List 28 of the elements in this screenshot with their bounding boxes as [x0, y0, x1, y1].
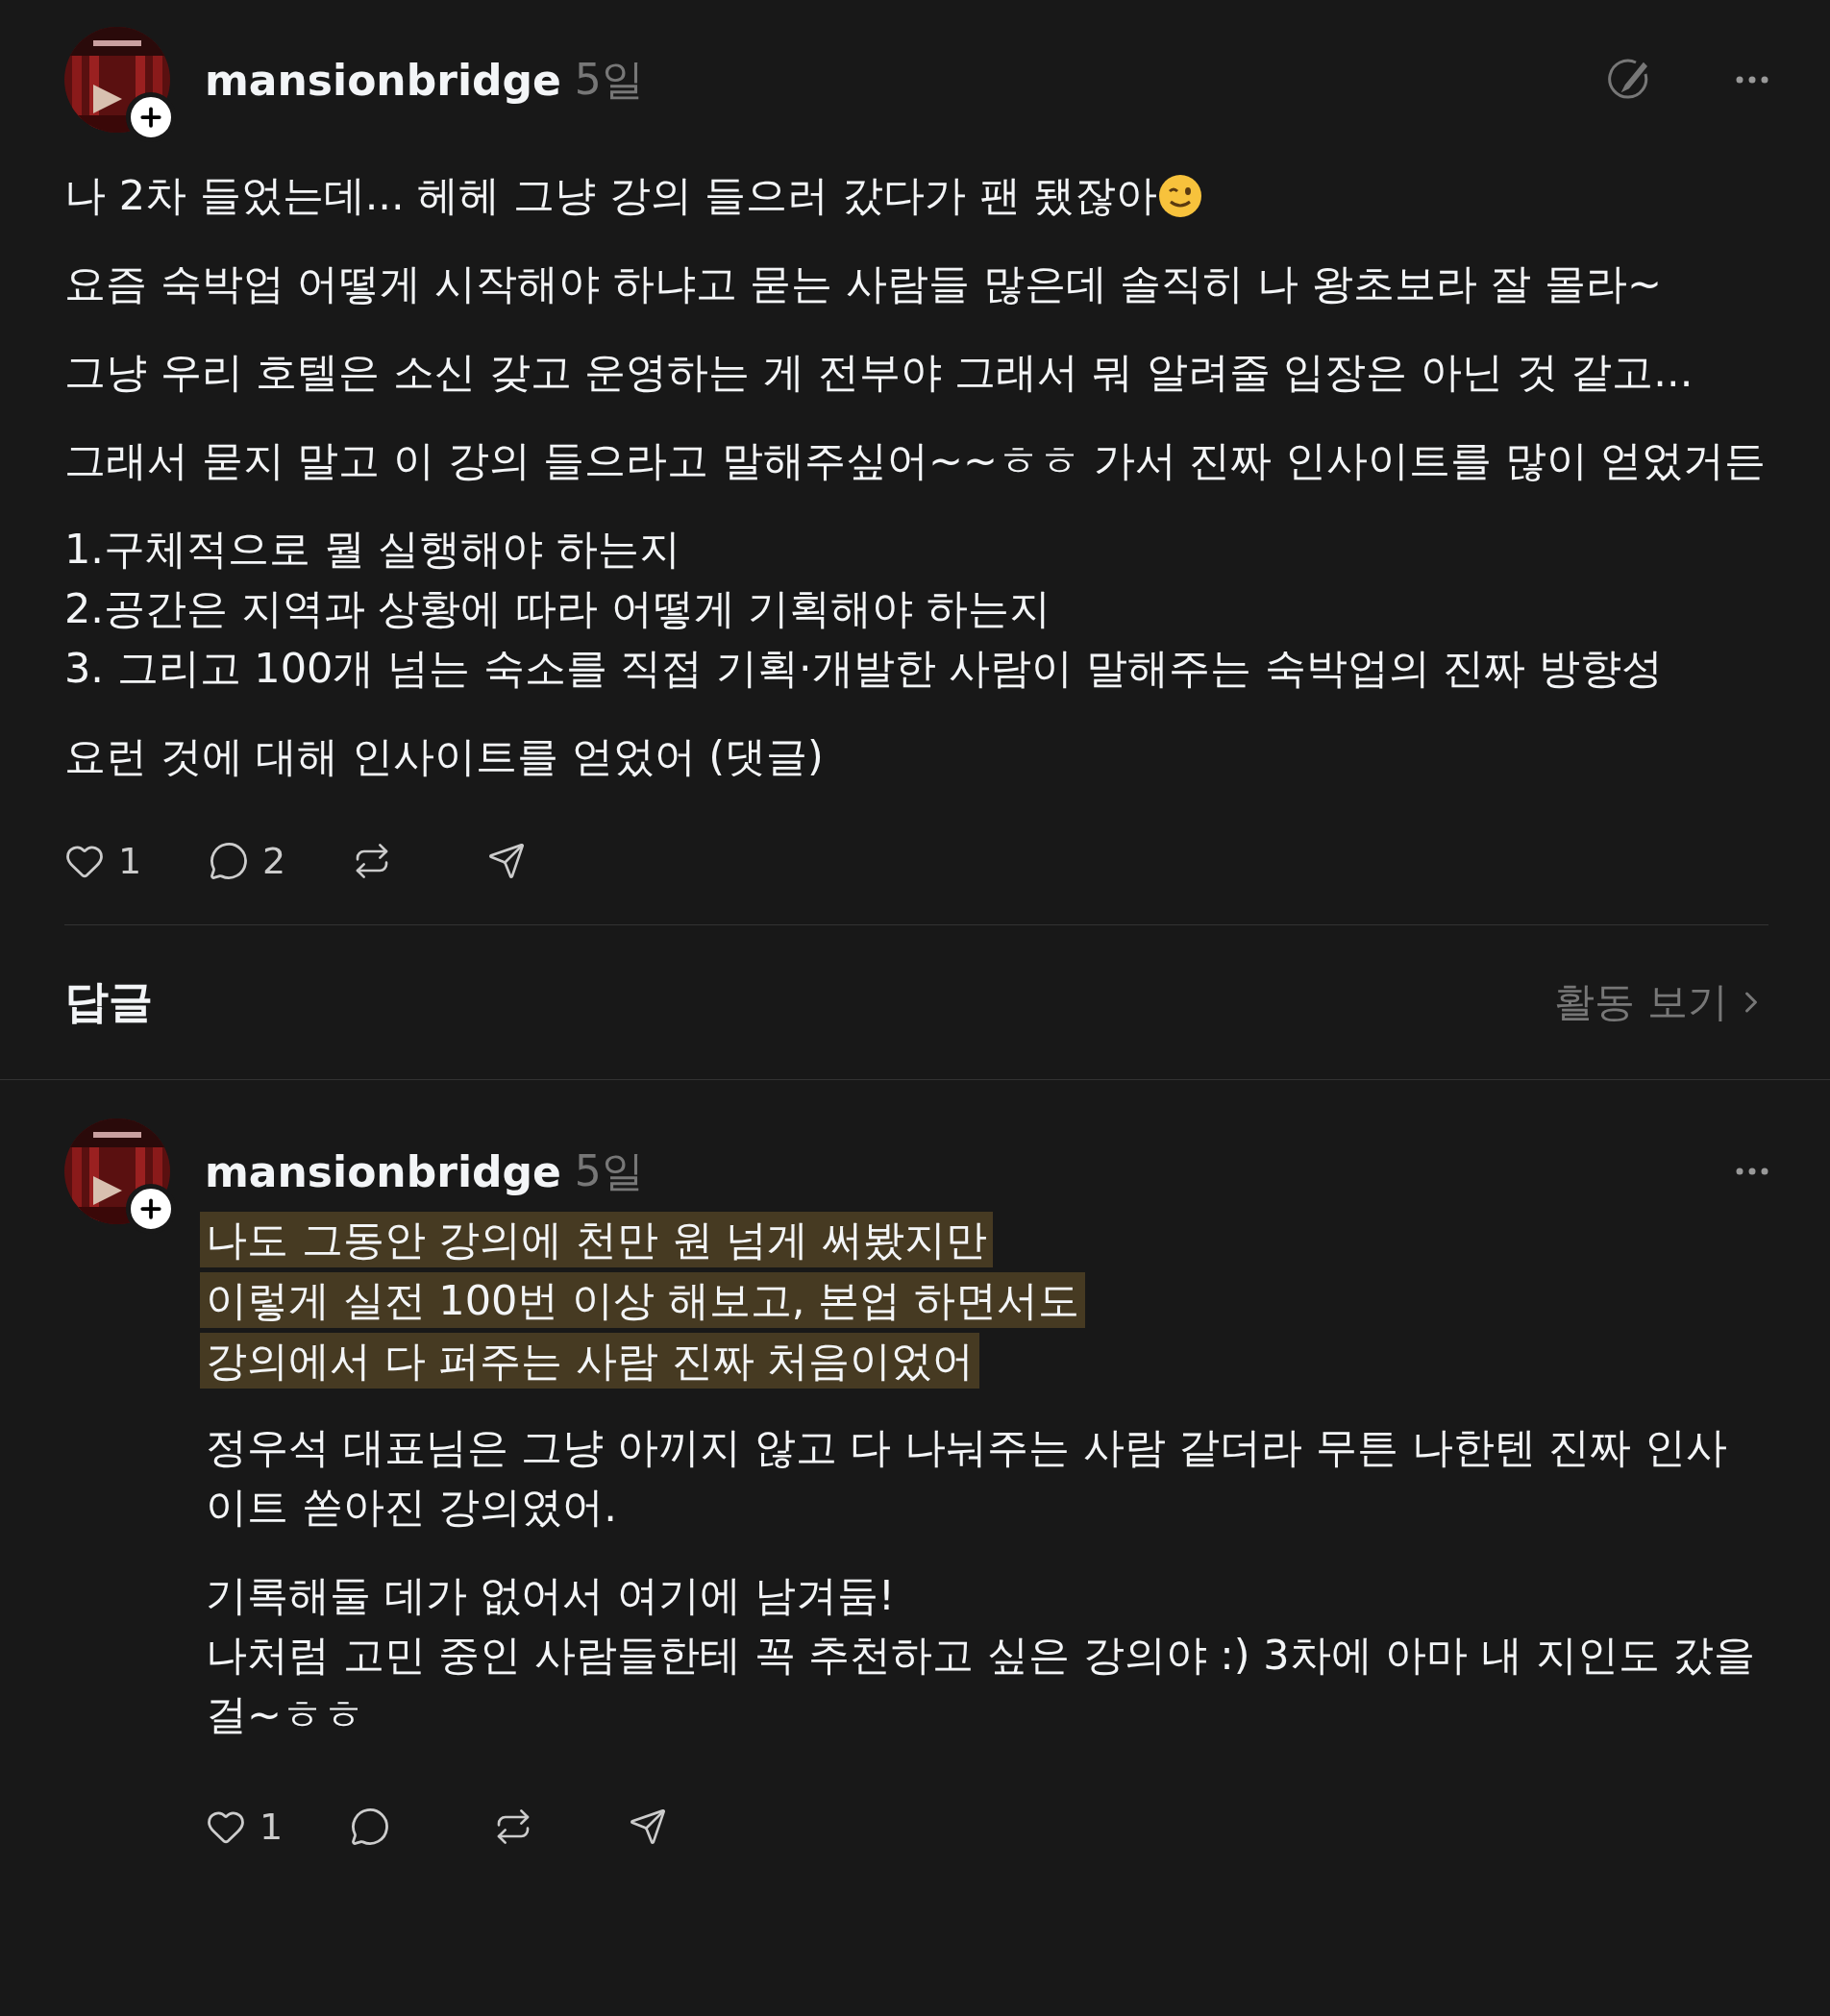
post-time: 5일 — [574, 53, 644, 106]
username[interactable]: mansionbridge — [205, 55, 561, 105]
more-icon — [1736, 76, 1768, 84]
paper-plane-icon — [629, 1807, 667, 1846]
post-text: 나 2차 들었는데... 헤헤 그냥 강의 들으러 갔다가 팬 됐잖아 — [64, 165, 1768, 225]
post-text: 그래서 묻지 말고 이 강의 들으라고 말해주싶어~~ㅎㅎ 가서 진짜 인사이트를 많이 얻었거든 — [64, 435, 1768, 486]
more-icon — [1736, 1168, 1768, 1175]
highlighted-text: 강의에서 다 퍼주는 사람 진짜 처음이었어 — [200, 1333, 980, 1389]
speech-bubble-icon — [209, 841, 249, 881]
post-time: 5일 — [574, 1144, 644, 1197]
reply-button[interactable]: 2 — [209, 840, 295, 882]
more-button[interactable] — [1736, 76, 1768, 84]
post-text: 그냥 우리 호텔은 소신 갖고 운영하는 게 전부야 그래서 뭐 알려줄 입장은 아닌 것 같고... — [64, 347, 1694, 398]
reply-text: 정우석 대표님은 그냥 아끼지 않고 다 나눠주는 사람 같더라 무튼 나한텐 진짜 인사이트 쏟아진 강의였어. — [206, 1422, 1729, 1533]
post-text: 1.구체적으로 뭘 실행해야 하는지 2.공간은 지역과 상황에 따라 어떻게 기획해야 하는지 3. 그리고 100개 넘는 숙소를 직접 기획·개발한 사람이 말해주는 숙박업의 진짜 방향성 — [64, 524, 1665, 694]
highlighted-text: 이렇게 실전 100번 이상 해보고, 본업 하면서도 — [200, 1272, 1085, 1328]
post-text: 요즘 숙박업 어떻게 시작해야 하냐고 묻는 사람들 많은데 솔직히 나 왕초보라 잘 몰라~ — [64, 258, 1664, 309]
view-activity-link[interactable]: 활동 보기 — [1553, 975, 1768, 1029]
like-button[interactable]: 1 — [206, 1806, 292, 1848]
speech-bubble-icon — [350, 1807, 390, 1847]
reply-text: 기록해둘 데가 없어서 여기에 남겨둠! 나처럼 고민 중인 사람들한테 꼭 추천하고 싶은 강의야 :) 3차에 아마 내 지인도 갔을걸~ㅎㅎ — [206, 1570, 1757, 1740]
replies-heading: 답글 — [64, 974, 153, 1029]
more-button[interactable] — [1736, 1168, 1768, 1175]
like-button[interactable]: 1 — [64, 840, 151, 882]
highlighted-text: 나도 그동안 강의에 천만 원 넘게 써봤지만 — [200, 1212, 993, 1267]
paper-plane-icon — [487, 842, 526, 880]
username[interactable]: mansionbridge — [205, 1146, 561, 1196]
post-text: 요런 것에 대해 인사이트를 얻었어 (댓글) — [64, 731, 825, 782]
